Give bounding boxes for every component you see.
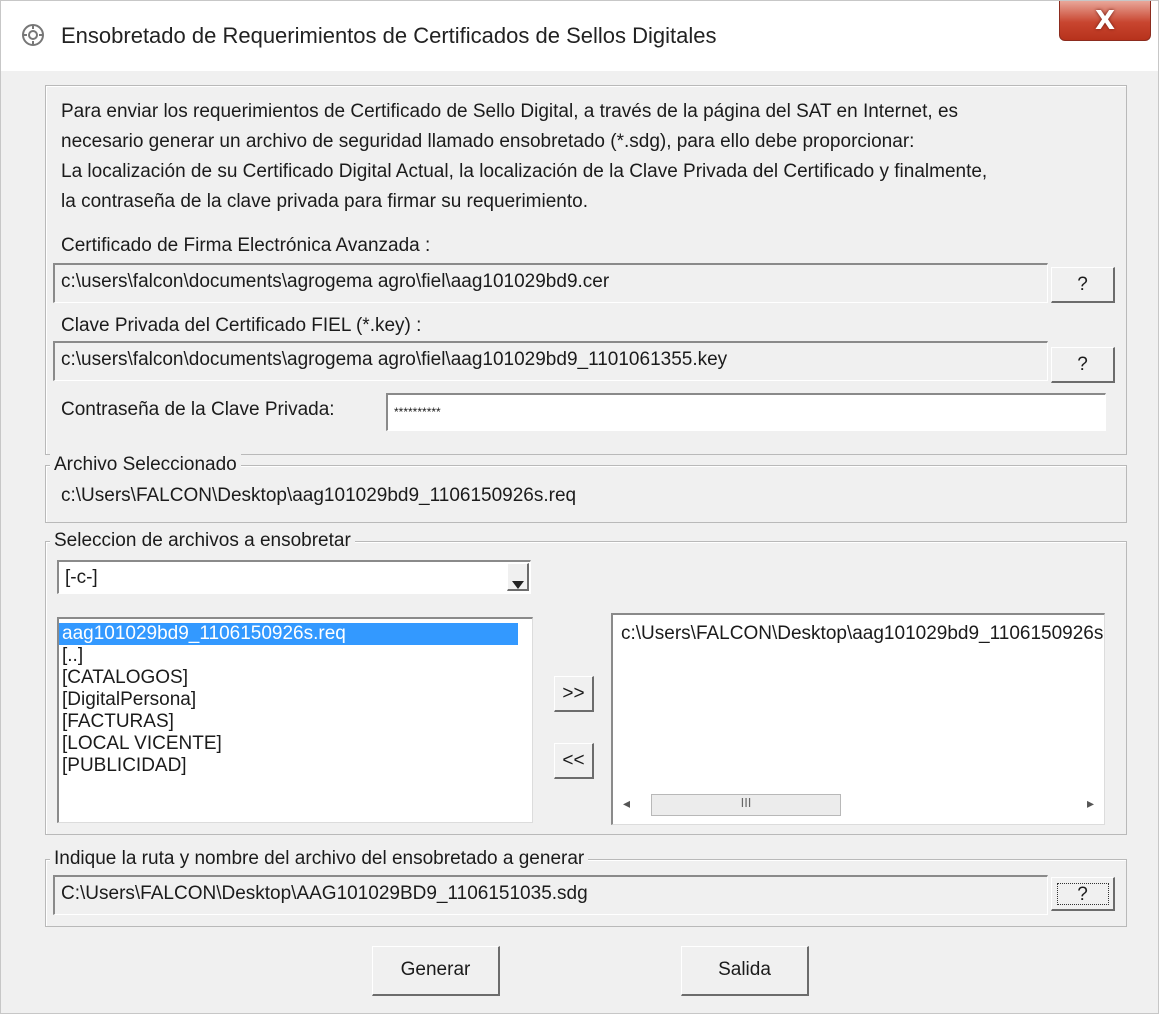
add-file-button[interactable]: >> bbox=[554, 676, 594, 712]
list-item[interactable]: [LOCAL VICENTE] bbox=[59, 733, 532, 755]
certificado-browse-button[interactable]: ? bbox=[1051, 267, 1115, 303]
intro-line: La localización de su Certificado Digita… bbox=[61, 161, 988, 182]
list-item[interactable]: c:\Users\FALCON\Desktop\aag101029bd9_110… bbox=[613, 623, 1104, 645]
list-item[interactable]: aag101029bd9_1106150926s.req bbox=[59, 623, 518, 645]
scroll-thumb-grip: III bbox=[740, 795, 752, 810]
output-path-field[interactable]: C:\Users\FALCON\Desktop\AAG101029BD9_110… bbox=[53, 875, 1048, 915]
generar-label: Generar bbox=[400, 959, 471, 980]
drive-select-value: [-c-] bbox=[65, 567, 98, 588]
clave-privada-path-field[interactable]: c:\users\falcon\documents\agrogema agro\… bbox=[53, 341, 1048, 381]
scroll-thumb[interactable]: III bbox=[651, 794, 841, 816]
intro-line: necesario generar un archivo de segurida… bbox=[61, 131, 915, 152]
certificado-path-field[interactable]: c:\users\falcon\documents\agrogema agro\… bbox=[53, 263, 1048, 303]
generar-button[interactable]: Generar bbox=[372, 946, 500, 996]
archivo-seleccionado-legend: Archivo Seleccionado bbox=[50, 454, 241, 476]
close-button[interactable]: X bbox=[1059, 1, 1151, 41]
intro-line: Para enviar los requerimientos de Certif… bbox=[61, 101, 959, 122]
clave-privada-label: Clave Privada del Certificado FIEL (*.ke… bbox=[61, 315, 422, 336]
question-icon: ? bbox=[1077, 274, 1088, 295]
selected-files-listbox[interactable]: c:\Users\FALCON\Desktop\aag101029bd9_110… bbox=[611, 613, 1105, 825]
chevron-down-icon bbox=[511, 581, 524, 589]
list-item[interactable]: [DigitalPersona] bbox=[59, 689, 532, 711]
seleccion-archivos-legend: Seleccion de archivos a ensobretar bbox=[50, 530, 355, 552]
output-browse-button[interactable]: ? bbox=[1051, 877, 1115, 911]
add-file-label: >> bbox=[562, 683, 585, 704]
certificado-label: Certificado de Firma Electrónica Avanzad… bbox=[61, 235, 431, 256]
salida-label: Salida bbox=[718, 959, 771, 980]
horizontal-scrollbar[interactable]: ◂ III ▸ bbox=[617, 794, 1100, 818]
salida-button[interactable]: Salida bbox=[681, 946, 809, 996]
contrasena-label: Contraseña de la Clave Privada: bbox=[61, 399, 335, 420]
dialog-window: Ensobretado de Requerimientos de Certifi… bbox=[0, 0, 1159, 1014]
question-icon: ? bbox=[1077, 354, 1088, 375]
list-item[interactable]: [FACTURAS] bbox=[59, 711, 532, 733]
list-item[interactable]: [CATALOGOS] bbox=[59, 667, 532, 689]
clave-privada-browse-button[interactable]: ? bbox=[1051, 347, 1115, 383]
app-icon bbox=[22, 24, 44, 46]
intro-line: la contraseña de la clave privada para f… bbox=[61, 191, 588, 212]
scroll-left-icon[interactable]: ◂ bbox=[623, 796, 630, 812]
list-item[interactable]: [PUBLICIDAD] bbox=[59, 755, 532, 777]
window-title: Ensobretado de Requerimientos de Certifi… bbox=[61, 23, 717, 48]
remove-file-label: << bbox=[562, 750, 585, 771]
drive-select-dropdown-button[interactable] bbox=[507, 563, 529, 591]
title-bar: Ensobretado de Requerimientos de Certifi… bbox=[1, 1, 1158, 71]
archivo-seleccionado-value: c:\Users\FALCON\Desktop\aag101029bd9_110… bbox=[61, 485, 577, 506]
scroll-right-icon[interactable]: ▸ bbox=[1087, 796, 1094, 812]
list-item[interactable]: [..] bbox=[59, 645, 532, 667]
remove-file-button[interactable]: << bbox=[554, 743, 594, 779]
password-field[interactable]: ********** bbox=[386, 393, 1106, 431]
drive-select[interactable]: [-c-] bbox=[57, 560, 531, 594]
file-listbox[interactable]: aag101029bd9_1106150926s.req [..] [CATAL… bbox=[57, 617, 533, 823]
salida-ruta-legend: Indique la ruta y nombre del archivo del… bbox=[50, 848, 589, 870]
question-icon: ? bbox=[1077, 884, 1088, 905]
close-icon: X bbox=[1094, 6, 1116, 36]
